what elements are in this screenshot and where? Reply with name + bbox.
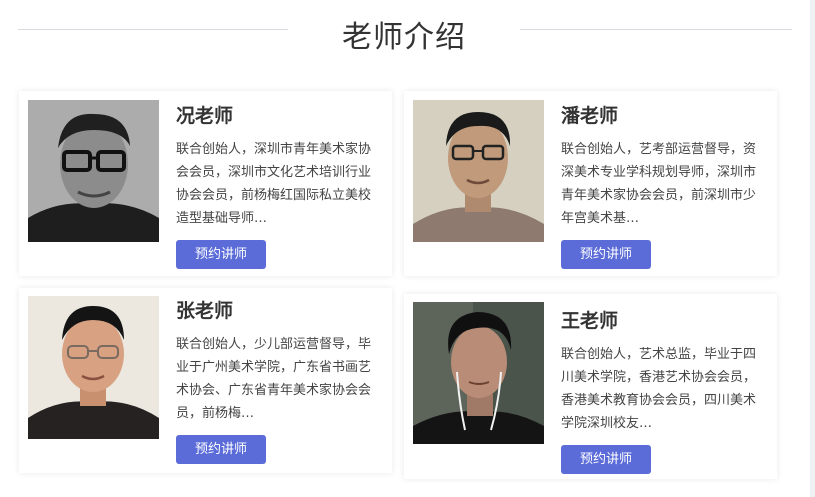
teacher-bio: 联合创始人，艺术总监，毕业于四川美术学院，香港艺术协会会员，香港美术教育协会会员…: [561, 347, 757, 431]
page-canvas: 老师介绍 况老师 联合创始人，深圳市青年美术家协会会员，深圳市文化艺术培训行业协…: [0, 0, 810, 497]
teacher-card: 潘老师 联合创始人，艺考部运营督导，资深美术专业学科规划导师，深圳市青年美术家协…: [404, 91, 777, 276]
teacher-bio: 联合创始人，艺考部运营督导，资深美术专业学科规划导师，深圳市青年美术家协会会员，…: [561, 142, 757, 226]
teacher-name: 况老师: [176, 105, 234, 127]
heading-divider-left: [18, 29, 288, 30]
teacher-name: 张老师: [176, 300, 234, 322]
teacher-bio: 联合创始人，少儿部运营督导，毕业于广州美术学院，广东省书画艺术协会、广东省青年美…: [176, 337, 372, 421]
teacher-name: 潘老师: [561, 105, 619, 127]
scrollbar-track[interactable]: [810, 0, 815, 497]
book-teacher-button[interactable]: 预约讲师: [176, 240, 266, 269]
teacher-bio: 联合创始人，深圳市青年美术家协会会员，深圳市文化艺术培训行业协会会员，前杨梅红国…: [176, 142, 372, 226]
teacher-info: 况老师 联合创始人，深圳市青年美术家协会会员，深圳市文化艺术培训行业协会会员，前…: [176, 104, 376, 269]
teacher-info: 张老师 联合创始人，少儿部运营督导，毕业于广州美术学院，广东省书画艺术协会、广东…: [176, 299, 376, 464]
book-teacher-button[interactable]: 预约讲师: [176, 435, 266, 464]
heading-divider-right: [520, 29, 792, 30]
teacher-card: 况老师 联合创始人，深圳市青年美术家协会会员，深圳市文化艺术培训行业协会会员，前…: [19, 91, 392, 276]
teacher-photo: [28, 296, 159, 439]
teacher-info: 王老师 联合创始人，艺术总监，毕业于四川美术学院，香港艺术协会会员，香港美术教育…: [561, 309, 761, 474]
teacher-card: 王老师 联合创始人，艺术总监，毕业于四川美术学院，香港艺术协会会员，香港美术教育…: [404, 294, 777, 479]
teacher-photo: [413, 302, 544, 444]
teacher-info: 潘老师 联合创始人，艺考部运营督导，资深美术专业学科规划导师，深圳市青年美术家协…: [561, 104, 761, 269]
section-title: 老师介绍: [342, 20, 466, 55]
teacher-card: 张老师 联合创始人，少儿部运营督导，毕业于广州美术学院，广东省书画艺术协会、广东…: [19, 288, 392, 473]
section-heading: 老师介绍: [0, 0, 810, 70]
teacher-photo: [413, 100, 544, 242]
teacher-name: 王老师: [561, 310, 619, 332]
teacher-photo: [28, 100, 159, 242]
book-teacher-button[interactable]: 预约讲师: [561, 240, 651, 269]
book-teacher-button[interactable]: 预约讲师: [561, 445, 651, 474]
